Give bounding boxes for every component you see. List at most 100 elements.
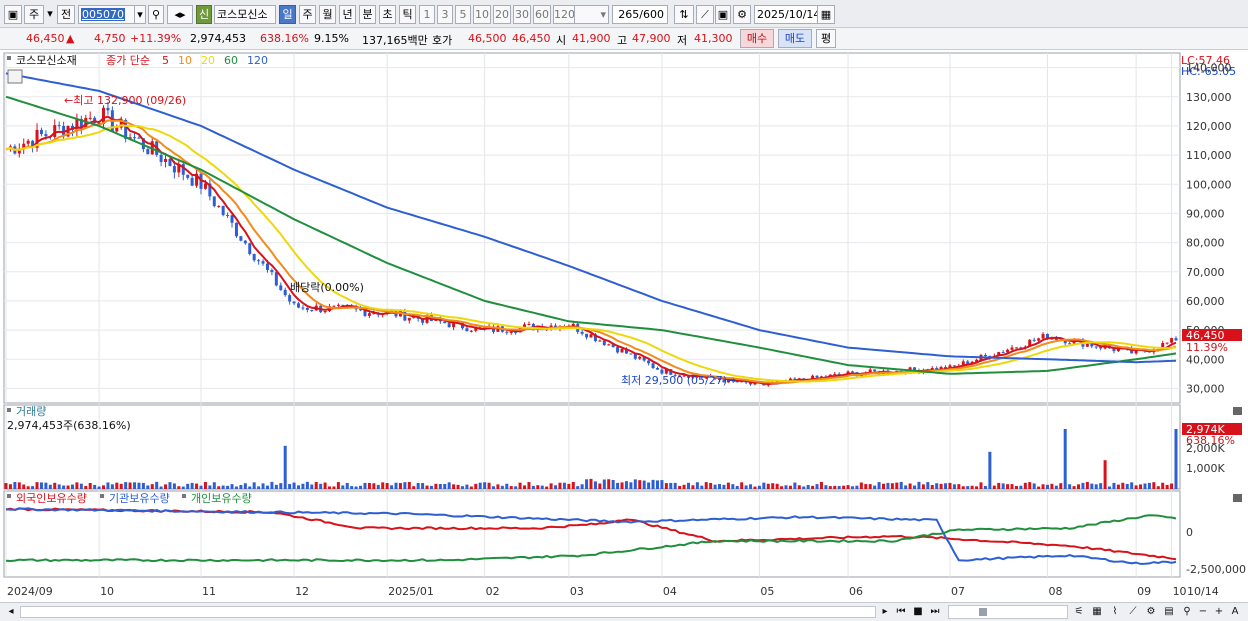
volume-bar	[899, 481, 903, 489]
volume-bar	[1156, 486, 1160, 489]
volume-bar	[372, 483, 376, 489]
candle-body	[243, 240, 247, 244]
save-icon[interactable]: ▣	[715, 5, 731, 24]
volume-bar	[673, 482, 677, 489]
high-price: 47,900	[632, 32, 671, 45]
volume-bar	[195, 483, 199, 489]
magnifier-icon[interactable]: ⚲	[1180, 605, 1194, 619]
period-button[interactable]: 주	[299, 5, 316, 24]
scroll-right-icon[interactable]: ▸	[878, 605, 892, 619]
search-icon[interactable]: ⚲	[148, 5, 164, 24]
volume-bar	[740, 482, 744, 489]
interval-button[interactable]: 1	[419, 5, 435, 24]
count-input[interactable]: 265/600	[612, 5, 668, 24]
interval-button[interactable]: 20	[493, 5, 511, 24]
date-input[interactable]: 2025/10/14	[754, 5, 818, 24]
volume-bar	[301, 483, 305, 489]
interval-button[interactable]: 30	[513, 5, 531, 24]
ma-legend-item: 5	[162, 54, 169, 67]
tool-icon-4[interactable]: ⟋	[1126, 605, 1140, 619]
zoom-in-icon[interactable]: +	[1212, 605, 1226, 619]
interval-button[interactable]: 5	[455, 5, 471, 24]
tool-icon-2[interactable]: ▦	[1090, 605, 1104, 619]
volume-bar	[527, 482, 531, 489]
volume-bar	[722, 484, 726, 489]
interval-button[interactable]: 3	[437, 5, 453, 24]
volume-bar	[359, 485, 363, 489]
market-dropdown-icon[interactable]: ▾	[45, 5, 55, 24]
candle-body	[443, 321, 447, 324]
candle-body	[221, 205, 225, 215]
prev-button[interactable]: 전	[57, 5, 75, 24]
volume-bar	[367, 482, 371, 489]
volume-bar	[8, 484, 12, 489]
auto-scale-icon[interactable]: A	[1228, 605, 1242, 619]
volume-bar	[1028, 482, 1032, 489]
interval-button[interactable]: 120	[553, 5, 575, 24]
draw-line-icon[interactable]: ⟋	[696, 5, 714, 24]
candle-body	[602, 340, 606, 346]
volume-bar	[514, 486, 518, 489]
volume-bar	[270, 481, 274, 489]
candle-body	[655, 367, 659, 370]
tool-icon-5[interactable]: ⚙	[1144, 605, 1158, 619]
volume-bar	[398, 483, 402, 489]
high-annotation: ←최고 132,900 (09/26)	[64, 94, 186, 107]
last-icon[interactable]: ⏭	[928, 605, 942, 619]
tool-icon-6[interactable]: ▤	[1162, 605, 1176, 619]
price-tick-label: 60,000	[1186, 295, 1225, 308]
candle-body	[190, 177, 194, 186]
zoom-out-icon[interactable]: −	[1196, 605, 1210, 619]
volume-bar	[664, 483, 668, 489]
sound-icon[interactable]: ◂▸	[167, 5, 193, 24]
table-icon[interactable]	[7, 69, 23, 84]
candle-body	[1165, 342, 1169, 344]
window-icon[interactable]: ▣	[4, 5, 22, 24]
candle-body	[261, 261, 265, 264]
volume-bar	[84, 485, 88, 489]
market-select[interactable]: 주	[24, 5, 44, 24]
volume-bar	[328, 486, 332, 489]
calendar-icon[interactable]: ▦	[817, 5, 835, 24]
volume-close-icon[interactable]	[1233, 407, 1242, 415]
period-button[interactable]: 틱	[399, 5, 416, 24]
candle-body	[159, 154, 163, 162]
scroll-track[interactable]	[20, 606, 876, 618]
stock-code-input[interactable]: 005070	[78, 5, 136, 24]
volume-bar	[48, 484, 52, 489]
period-button[interactable]: 월	[319, 5, 336, 24]
tool-icon-3[interactable]: ⌇	[1108, 605, 1122, 619]
period-button[interactable]: 초	[379, 5, 396, 24]
volume-tick-1000k: 1,000K	[1186, 462, 1225, 475]
avg-button[interactable]: 평	[816, 29, 836, 48]
volume-bar	[926, 482, 930, 489]
holdings-close-icon[interactable]	[1233, 494, 1242, 502]
price-chart-svg[interactable]: 코스모신소재 종가 단순 5 10 20 60 120 LC:57.46 HC:-65.…	[0, 51, 1248, 602]
x-axis-label: 2024/09	[7, 585, 53, 598]
stop-icon[interactable]: ■	[911, 605, 925, 619]
custom-interval-select[interactable]: ▾	[571, 5, 609, 24]
interval-button[interactable]: 60	[533, 5, 551, 24]
volume-bar	[1161, 482, 1165, 489]
candle-body	[850, 371, 854, 373]
candle-body	[833, 373, 837, 375]
zoom-slider[interactable]	[948, 605, 1068, 619]
first-icon[interactable]: ⏮	[894, 605, 908, 619]
candle-body	[629, 353, 633, 355]
code-dropdown-icon[interactable]: ▾	[134, 5, 146, 24]
zoom-handle[interactable]	[979, 608, 987, 616]
interval-button[interactable]: 10	[473, 5, 491, 24]
chart-type-icon[interactable]: ⇅	[674, 5, 694, 24]
sell-button[interactable]: 매도	[778, 29, 812, 48]
scroll-left-icon[interactable]: ◂	[4, 605, 18, 619]
period-button[interactable]: 년	[339, 5, 356, 24]
gear-icon[interactable]: ⚙	[733, 5, 751, 24]
x-axis-label: 12	[295, 585, 309, 598]
period-button[interactable]: 일	[279, 5, 296, 24]
bottom-scrollbar[interactable]: ◂ ▸ ⏮ ■ ⏭ ⚟ ▦ ⌇ ⟋ ⚙ ▤ ⚲ − + A	[0, 602, 1248, 621]
tool-icon-1[interactable]: ⚟	[1072, 605, 1086, 619]
period-button[interactable]: 분	[359, 5, 376, 24]
candle-body	[589, 334, 593, 338]
buy-button[interactable]: 매수	[740, 29, 774, 48]
candle-body	[39, 129, 43, 135]
